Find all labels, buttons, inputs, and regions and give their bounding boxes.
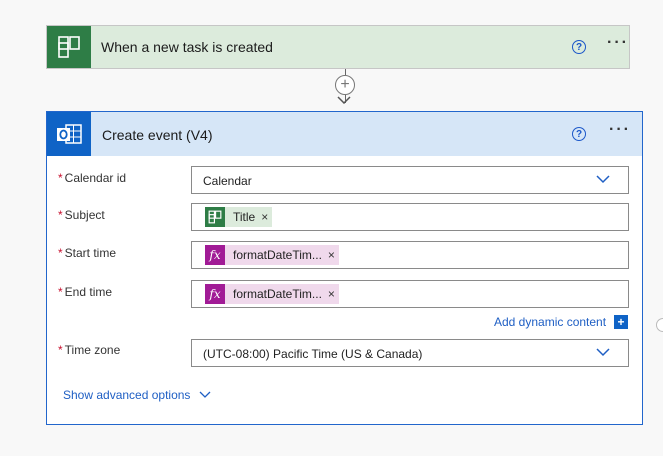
end-time-label: * End time <box>58 285 113 299</box>
remove-token-icon[interactable]: × <box>261 210 272 224</box>
calendar-id-dropdown[interactable]: Calendar <box>191 166 629 194</box>
expression-token-end[interactable]: fx formatDateTim... × <box>205 284 339 304</box>
start-time-label: * Start time <box>58 246 117 260</box>
time-zone-dropdown[interactable]: (UTC-08:00) Pacific Time (US & Canada) <box>191 339 629 367</box>
arrow-down-icon <box>337 96 351 104</box>
chevron-down-icon <box>596 175 610 184</box>
action-title: Create event (V4) <box>102 127 213 143</box>
trigger-card[interactable]: When a new task is created ? ··· <box>46 25 630 69</box>
more-options-icon[interactable]: ··· <box>607 34 629 52</box>
more-options-icon[interactable]: ··· <box>609 121 631 139</box>
help-icon[interactable]: ? <box>572 40 586 54</box>
function-icon: fx <box>205 245 225 265</box>
add-dynamic-content-plus-icon[interactable]: + <box>614 315 628 329</box>
token-label: formatDateTim... <box>233 287 322 301</box>
calendar-id-label: * Calendar id <box>58 171 127 185</box>
chevron-down-icon <box>596 348 610 357</box>
action-header[interactable]: Create event (V4) ? ··· <box>47 112 642 156</box>
help-icon[interactable]: ? <box>572 127 586 141</box>
show-advanced-options-link[interactable]: Show advanced options <box>63 388 190 402</box>
function-icon: fx <box>205 284 225 304</box>
subject-label: * Subject <box>58 208 105 222</box>
remove-token-icon[interactable]: × <box>328 287 339 301</box>
dynamic-token-title[interactable]: Title × <box>205 207 273 227</box>
insert-step-button[interactable]: + <box>335 75 355 95</box>
end-time-input[interactable]: fx formatDateTim... × <box>191 280 629 308</box>
add-dynamic-content-link[interactable]: Add dynamic content <box>494 315 606 329</box>
planner-icon <box>205 207 225 227</box>
time-zone-label: * Time zone <box>58 343 121 357</box>
planner-icon <box>47 26 91 68</box>
trigger-title: When a new task is created <box>101 39 273 55</box>
expression-token-start[interactable]: fx formatDateTim... × <box>205 245 339 265</box>
start-time-input[interactable]: fx formatDateTim... × <box>191 241 629 269</box>
subject-input[interactable]: Title × <box>191 203 629 231</box>
remove-token-icon[interactable]: × <box>328 248 339 262</box>
token-label: Title <box>233 210 256 224</box>
side-panel-handle[interactable] <box>656 318 663 332</box>
outlook-icon <box>47 112 91 156</box>
time-zone-value: (UTC-08:00) Pacific Time (US & Canada) <box>203 347 423 361</box>
chevron-down-icon[interactable] <box>199 391 211 399</box>
calendar-id-value: Calendar <box>203 174 252 188</box>
token-label: formatDateTim... <box>233 248 322 262</box>
